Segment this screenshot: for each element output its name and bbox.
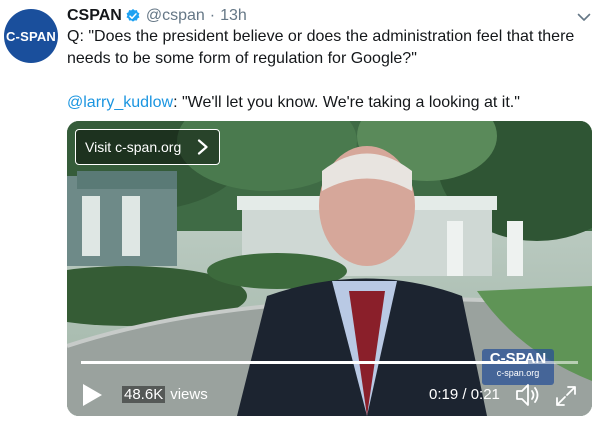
verified-badge-icon (126, 9, 140, 22)
video-time-display: 0:19 / 0:21 (429, 386, 500, 403)
author-name[interactable]: CSPAN (67, 7, 122, 25)
visit-link-label: Visit c-span.org (85, 139, 182, 155)
tweet-answer: @larry_kudlow: "We'll let you know. We'r… (67, 92, 587, 114)
tweet-text: Q: "Does the president believe or does t… (67, 26, 587, 136)
author-handle[interactable]: @cspan (146, 7, 205, 25)
tweet-header: CSPAN @cspan · 13h (67, 6, 247, 26)
video-player[interactable]: Visit c-span.org C-SPAN c-span.org 48.6K… (67, 121, 592, 416)
tweet-timestamp[interactable]: 13h (220, 7, 247, 25)
video-progress-bar[interactable] (81, 361, 578, 364)
view-count: 48.6K views (122, 386, 208, 403)
fullscreen-icon[interactable] (555, 385, 577, 407)
cspan-watermark-logo: C-SPAN c-span.org (482, 349, 554, 385)
view-count-number: 48.6K (122, 386, 166, 403)
header-separator: · (209, 7, 216, 24)
tweet-answer-text: : "We'll let you know. We're taking a lo… (173, 94, 520, 111)
avatar-logo-text: C-SPAN (5, 28, 57, 44)
mention-link[interactable]: @larry_kudlow (67, 94, 173, 111)
avatar[interactable]: C-SPAN (4, 9, 58, 63)
view-count-label: views (170, 386, 208, 403)
chevron-down-icon[interactable] (577, 10, 591, 24)
video-progress-fill (81, 361, 529, 364)
chevron-right-icon (197, 139, 208, 155)
volume-icon[interactable] (515, 383, 541, 407)
tweet-question: Q: "Does the president believe or does t… (67, 28, 575, 67)
visit-link-button[interactable]: Visit c-span.org (75, 129, 220, 165)
play-icon[interactable] (81, 383, 103, 407)
